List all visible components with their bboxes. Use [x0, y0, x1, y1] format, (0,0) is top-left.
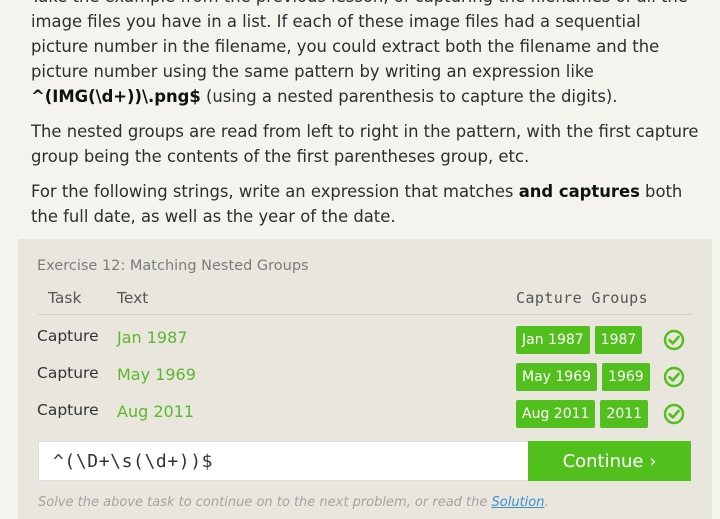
solution-link[interactable]: Solution [492, 495, 545, 510]
lesson-text-span: For the following strings, write an expr… [31, 182, 519, 201]
check-icon [663, 329, 685, 351]
lesson-text-span: Take the example from the previous lesso… [31, 0, 688, 81]
row-text: Jan 1987 [117, 328, 188, 347]
regex-input-field [38, 441, 529, 481]
row-task: Capture [37, 364, 99, 382]
footer-end: . [544, 495, 549, 510]
row-text: Aug 2011 [117, 402, 195, 421]
table-row: Capture May 1969 May 1969 1969 [18, 362, 712, 394]
lesson-paragraph-1: Take the example from the previous lesso… [31, 0, 703, 109]
capture-groups: Jan 1987 1987 [516, 326, 643, 354]
header-divider [38, 314, 692, 315]
column-header-text: Text [117, 289, 149, 307]
capture-group-chip: Jan 1987 [516, 326, 590, 354]
capture-groups: Aug 2011 2011 [516, 400, 649, 428]
row-task: Capture [37, 401, 99, 419]
capture-groups: May 1969 1969 [516, 363, 650, 391]
footer-text: Solve the above task to continue on to t… [38, 495, 492, 510]
emphasis-text: and captures [518, 182, 640, 201]
table-row: Capture Aug 2011 Aug 2011 2011 [18, 399, 712, 431]
lesson-paragraph-3: For the following strings, write an expr… [31, 179, 703, 229]
lesson-text: Take the example from the previous lesso… [31, 0, 703, 239]
table-row: Capture Jan 1987 Jan 1987 1987 [18, 325, 712, 357]
capture-group-chip: 1987 [594, 326, 643, 354]
lesson-paragraph-2: The nested groups are read from left to … [31, 122, 699, 166]
exercise-title: Exercise 12: Matching Nested Groups [37, 258, 309, 274]
capture-group-chip: 2011 [600, 400, 649, 428]
column-header-task: Task [48, 289, 82, 307]
capture-group-chip: Aug 2011 [516, 400, 596, 428]
example-pattern: ^(IMG(\d+))\.png$ [31, 87, 201, 106]
capture-group-chip: May 1969 [516, 363, 598, 391]
footer-note: Solve the above task to continue on to t… [38, 495, 549, 510]
check-icon [663, 366, 685, 388]
column-header-capture-groups: Capture Groups [516, 289, 649, 307]
row-task: Capture [37, 327, 99, 345]
regex-input[interactable] [39, 442, 528, 480]
check-icon [663, 403, 685, 425]
exercise-panel: Exercise 12: Matching Nested Groups Task… [18, 239, 712, 519]
continue-button[interactable]: Continue › [528, 441, 691, 481]
capture-group-chip: 1969 [602, 363, 650, 391]
lesson-text-span: (using a nested parenthesis to capture t… [200, 87, 618, 106]
row-text: May 1969 [117, 365, 196, 384]
